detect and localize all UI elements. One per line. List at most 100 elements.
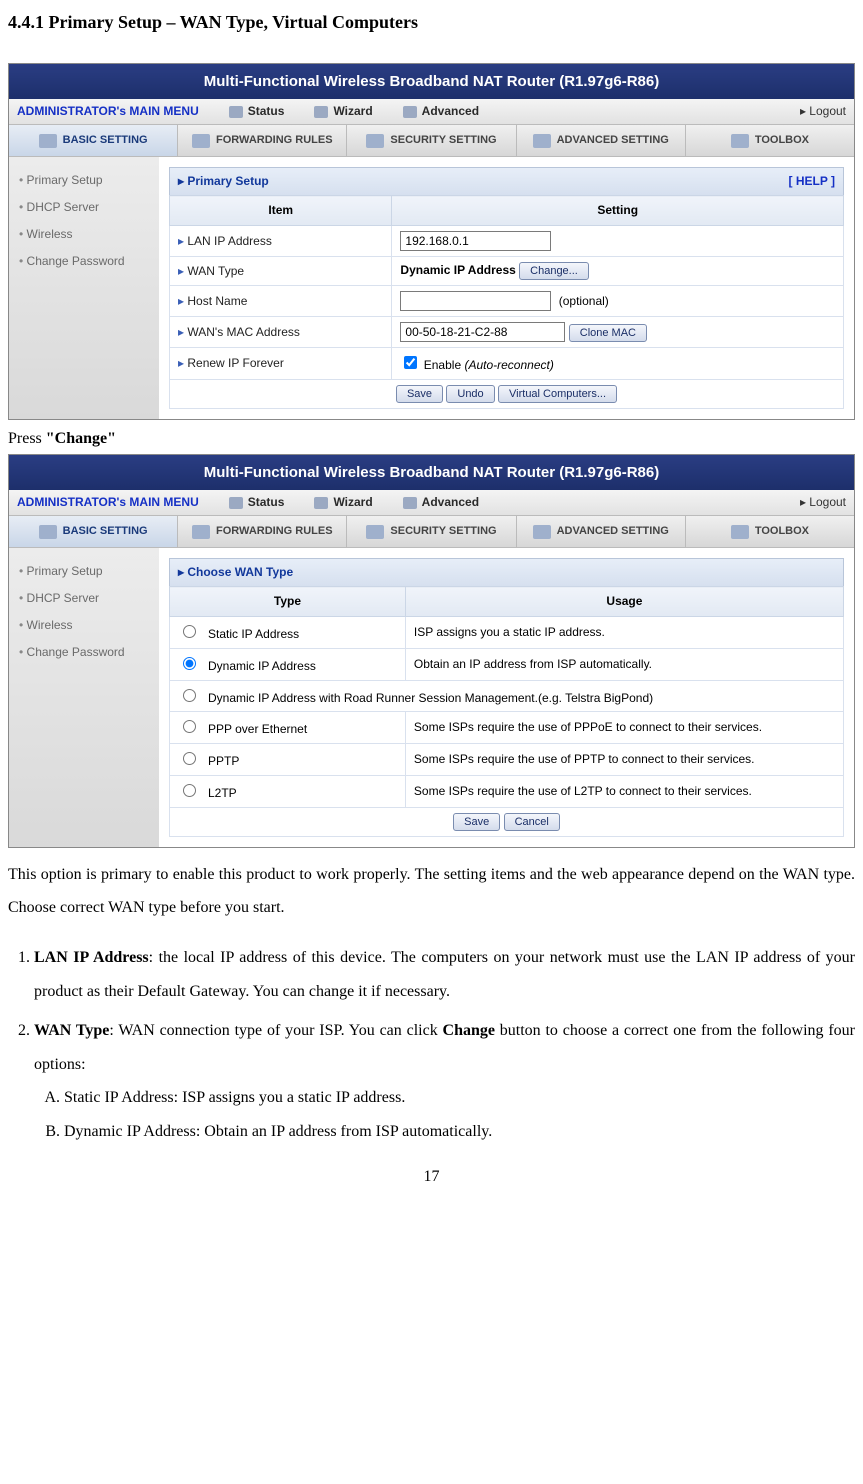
usage-dynamic-ip: Obtain an IP address from ISP automatica… — [405, 648, 843, 680]
panel-title-text: Primary Setup — [187, 174, 268, 188]
wan-type-table: Type Usage Static IP Address ISP assigns… — [169, 586, 844, 837]
sidebar-item-primary-setup[interactable]: Primary Setup — [9, 558, 159, 585]
tab-bar: BASIC SETTING FORWARDING RULES SECURITY … — [9, 516, 854, 548]
radio-pptp[interactable] — [183, 752, 196, 765]
th-item: Item — [170, 196, 392, 226]
wizard-icon — [314, 497, 328, 509]
panel-header: ▸ Primary Setup [ HELP ] — [169, 167, 844, 195]
tab-toolbox[interactable]: TOOLBOX — [686, 516, 854, 547]
sidebar-item-change-password[interactable]: Change Password — [9, 248, 159, 275]
clone-mac-button[interactable]: Clone MAC — [569, 324, 647, 342]
usage-static-ip: ISP assigns you a static IP address. — [405, 616, 843, 648]
press-change-line: Press "Change" — [8, 428, 855, 450]
tab-basic-setting[interactable]: BASIC SETTING — [9, 516, 178, 547]
tab-toolbox[interactable]: TOOLBOX — [686, 125, 854, 156]
menu-wizard[interactable]: Wizard — [314, 103, 372, 120]
wizard-icon — [314, 106, 328, 118]
tab-security-setting[interactable]: SECURITY SETTING — [347, 516, 516, 547]
wan-mac-input[interactable] — [400, 322, 565, 342]
sidebar-item-wireless[interactable]: Wireless — [9, 221, 159, 248]
numbered-list: LAN IP Address: the local IP address of … — [8, 941, 855, 1149]
menu-status[interactable]: Status — [229, 103, 285, 120]
wan-mac-label: WAN's MAC Address — [170, 316, 392, 347]
menu-advanced[interactable]: Advanced — [403, 494, 479, 511]
wan-type-value: Dynamic IP Address — [400, 263, 515, 277]
th-setting: Setting — [392, 196, 844, 226]
save-button[interactable]: Save — [396, 385, 443, 403]
section-title: 4.4.1 Primary Setup – WAN Type, Virtual … — [8, 10, 855, 35]
tab-forwarding-rules[interactable]: FORWARDING RULES — [178, 125, 347, 156]
opt-pptp: PPTP — [208, 754, 239, 768]
menu-status-label: Status — [248, 103, 285, 120]
usage-pppoe: Some ISPs require the use of PPPoE to co… — [405, 712, 843, 744]
status-icon — [229, 497, 243, 509]
menu-wizard-label: Wizard — [333, 103, 372, 120]
list-item-1: LAN IP Address: the local IP address of … — [34, 941, 855, 1008]
security-icon — [366, 525, 384, 539]
tab-security-label: SECURITY SETTING — [390, 524, 496, 539]
button-row: Save Cancel — [170, 807, 844, 836]
sidebar-item-dhcp-server[interactable]: DHCP Server — [9, 585, 159, 612]
menu-advanced-label: Advanced — [422, 494, 479, 511]
radio-dynamic-ip[interactable] — [183, 657, 196, 670]
tab-toolbox-label: TOOLBOX — [755, 524, 809, 539]
li2-change-bold: Change — [443, 1022, 495, 1039]
th-usage: Usage — [405, 587, 843, 617]
cancel-button[interactable]: Cancel — [504, 813, 560, 831]
router-screenshot-2: Multi-Functional Wireless Broadband NAT … — [8, 454, 855, 848]
tab-security-setting[interactable]: SECURITY SETTING — [347, 125, 516, 156]
tab-forwarding-rules[interactable]: FORWARDING RULES — [178, 516, 347, 547]
menu-bar: ADMINISTRATOR's MAIN MENU Status Wizard … — [9, 490, 854, 516]
admin-main-menu-label: ADMINISTRATOR's MAIN MENU — [17, 103, 199, 120]
admin-main-menu-label: ADMINISTRATOR's MAIN MENU — [17, 494, 199, 511]
panel-title: ▸ Primary Setup — [178, 173, 269, 190]
undo-button[interactable]: Undo — [446, 385, 494, 403]
forwarding-icon — [192, 134, 210, 148]
host-name-label: Host Name — [170, 285, 392, 316]
tab-advanced-setting[interactable]: ADVANCED SETTING — [517, 516, 686, 547]
radio-pppoe[interactable] — [183, 720, 196, 733]
usage-pptp: Some ISPs require the use of PPTP to con… — [405, 744, 843, 776]
sidebar: Primary Setup DHCP Server Wireless Chang… — [9, 548, 159, 846]
sidebar-item-wireless[interactable]: Wireless — [9, 612, 159, 639]
li2-mid: : WAN connection type of your ISP. You c… — [109, 1022, 442, 1039]
basic-setting-icon — [39, 134, 57, 148]
list-item-2: WAN Type: WAN connection type of your IS… — [34, 1014, 855, 1148]
tab-advanced-setting[interactable]: ADVANCED SETTING — [517, 125, 686, 156]
forwarding-icon — [192, 525, 210, 539]
menu-wizard-label: Wizard — [333, 494, 372, 511]
renew-ip-label: Renew IP Forever — [170, 347, 392, 379]
router-title-bar: Multi-Functional Wireless Broadband NAT … — [9, 455, 854, 490]
advanced-setting-icon — [533, 525, 551, 539]
press-change-bold: "Change" — [46, 430, 116, 447]
tab-basic-setting[interactable]: BASIC SETTING — [9, 125, 178, 156]
opt-dynamic-ip: Dynamic IP Address — [208, 659, 316, 673]
radio-road-runner[interactable] — [183, 689, 196, 702]
menu-status[interactable]: Status — [229, 494, 285, 511]
li1-rest: : the local IP address of this device. T… — [34, 949, 855, 1000]
radio-static-ip[interactable] — [183, 625, 196, 638]
press-prefix: Press — [8, 430, 46, 447]
lan-ip-input[interactable] — [400, 231, 551, 251]
renew-ip-text: Enable — [424, 358, 465, 372]
save-button[interactable]: Save — [453, 813, 500, 831]
change-button[interactable]: Change... — [519, 262, 589, 280]
opt-road-runner: Dynamic IP Address with Road Runner Sess… — [208, 691, 653, 705]
sidebar-item-dhcp-server[interactable]: DHCP Server — [9, 194, 159, 221]
host-name-input[interactable] — [400, 291, 551, 311]
renew-ip-checkbox[interactable] — [404, 356, 417, 369]
menu-wizard[interactable]: Wizard — [314, 494, 372, 511]
help-link[interactable]: [ HELP ] — [789, 173, 835, 190]
logout-link[interactable]: Logout — [800, 103, 846, 120]
tab-toolbox-label: TOOLBOX — [755, 133, 809, 148]
logout-link[interactable]: Logout — [800, 494, 846, 511]
list-item-a: Static IP Address: ISP assigns you a sta… — [64, 1081, 855, 1115]
alpha-list: Static IP Address: ISP assigns you a sta… — [34, 1081, 855, 1148]
virtual-computers-button[interactable]: Virtual Computers... — [498, 385, 617, 403]
advanced-icon — [403, 497, 417, 509]
radio-l2tp[interactable] — [183, 784, 196, 797]
auto-reconnect-text: (Auto-reconnect) — [464, 358, 553, 372]
sidebar-item-change-password[interactable]: Change Password — [9, 639, 159, 666]
sidebar-item-primary-setup[interactable]: Primary Setup — [9, 167, 159, 194]
menu-advanced[interactable]: Advanced — [403, 103, 479, 120]
